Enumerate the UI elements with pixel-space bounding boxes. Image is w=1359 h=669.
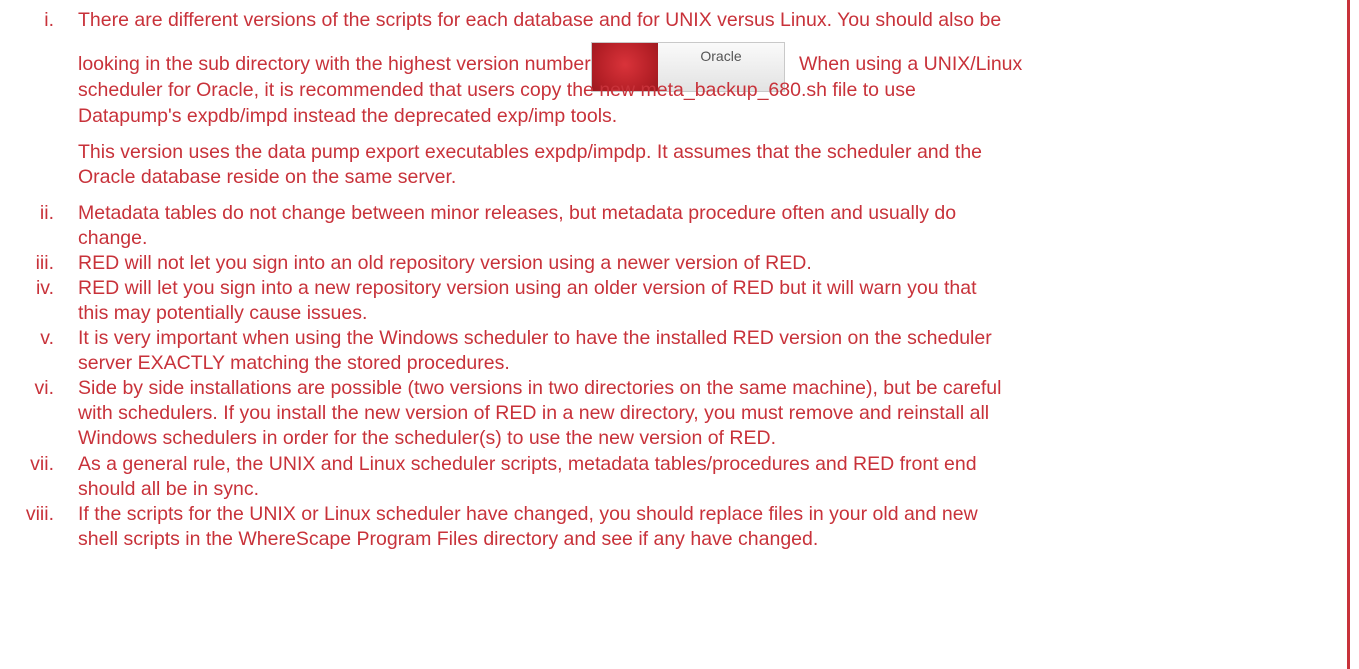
text-line: It is very important when using the Wind…: [78, 327, 992, 349]
list-numeral: vi.: [34, 377, 55, 399]
list-numeral: v.: [40, 327, 54, 349]
text-line: As a general rule, the UNIX and Linux sc…: [78, 453, 977, 475]
text-line: shell scripts in the WhereScape Program …: [78, 528, 819, 550]
list-numeral: i.: [44, 9, 54, 31]
text-line: with schedulers. If you install the new …: [78, 402, 990, 424]
list-numeral: vii.: [30, 453, 54, 475]
text-line: Windows schedulers in order for the sche…: [78, 427, 776, 449]
text-line: There are different versions of the scri…: [78, 9, 1002, 31]
list-numeral: ii.: [39, 202, 54, 224]
text-line: should all be in sync.: [78, 478, 260, 500]
oracle-button-label: Oracle: [700, 48, 742, 64]
text-line: this may potentially cause issues.: [78, 302, 368, 324]
list-numeral: iii.: [35, 252, 54, 274]
text-line: change.: [78, 227, 148, 249]
text-line: RED will let you sign into a new reposit…: [78, 277, 977, 299]
text-line: Metadata tables do not change between mi…: [78, 202, 957, 224]
text-line: scheduler for Oracle, it is recommended …: [78, 79, 916, 101]
text-line: This version uses the data pump export e…: [78, 141, 983, 163]
text-line: server EXACTLY matching the stored proce…: [78, 352, 510, 374]
list-numeral: viii.: [25, 503, 54, 525]
text-line: Oracle database reside on the same serve…: [78, 166, 457, 188]
text-line: RED will not let you sign into an old re…: [78, 252, 812, 274]
list-numeral: iv.: [35, 277, 54, 299]
text-line: When using a UNIX/Linux: [799, 53, 1023, 75]
text-line: If the scripts for the UNIX or Linux sch…: [78, 503, 978, 525]
text-line: Side by side installations are possible …: [78, 377, 1002, 399]
text-line: Datapump's expdb/impd instead the deprec…: [78, 105, 618, 127]
text-line: looking in the sub directory with the hi…: [78, 53, 596, 75]
